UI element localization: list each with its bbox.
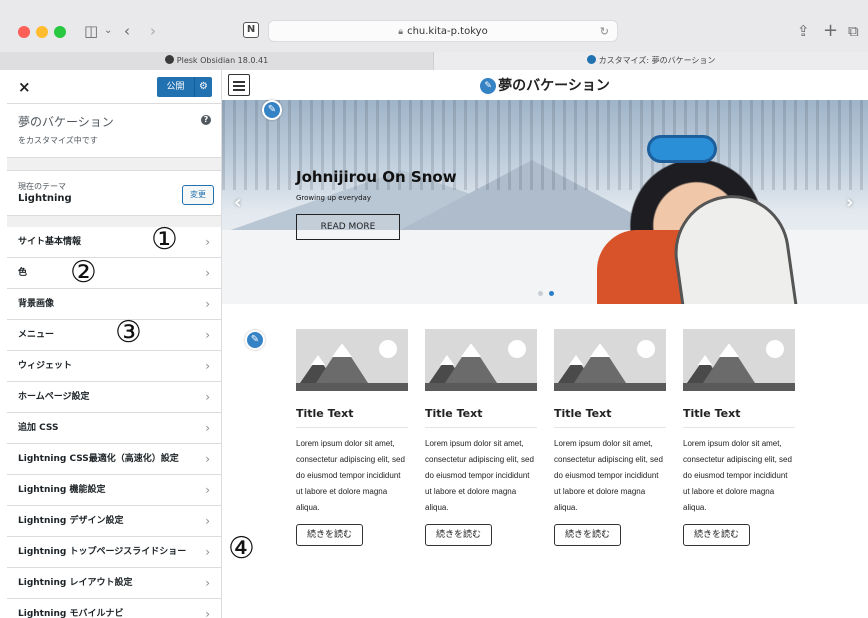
minimize-window-button[interactable]	[36, 26, 48, 38]
hero-title: Johnijirou On Snow	[296, 168, 457, 186]
site-name: 夢のバケーション	[18, 115, 114, 129]
tab-customizer[interactable]: カスタマイズ: 夢のバケーション	[434, 52, 868, 70]
chevron-right-icon: ›	[205, 483, 210, 497]
annotation-number-4: ④	[228, 531, 255, 566]
annotation-number-3: ③	[115, 315, 142, 350]
change-theme-button[interactable]: 変更	[182, 185, 214, 205]
chevron-right-icon: ›	[205, 235, 210, 249]
card-title[interactable]: Title Text	[554, 407, 666, 428]
slider-dot[interactable]	[538, 291, 543, 296]
tab-overview-icon[interactable]: ⧉	[848, 20, 859, 42]
chevron-right-icon: ›	[205, 452, 210, 466]
slider-dot-active[interactable]	[549, 291, 554, 296]
menu-item-mobile-nav[interactable]: Lightning モバイルナビ ›	[7, 599, 221, 618]
menu-item-function-settings[interactable]: Lightning 機能設定 ›	[7, 475, 221, 506]
card-text: Lorem ipsum dolor sit amet, consectetur …	[554, 439, 663, 512]
wordpress-icon	[586, 55, 596, 64]
browser-chrome: ◫ ⌄ ‹ › N 🔒︎ chu.kita-p.tokyo ↻ ⇪ + ⧉ Ple…	[0, 0, 868, 70]
chevron-right-icon: ›	[205, 390, 210, 404]
read-more-card-button[interactable]: 続きを読む	[425, 524, 493, 546]
chevron-right-icon: ›	[205, 607, 210, 618]
read-more-button[interactable]: READ MORE	[296, 214, 400, 240]
back-icon[interactable]: ‹	[124, 20, 130, 42]
publish-button[interactable]: 公開	[157, 77, 194, 97]
chevron-right-icon: ›	[205, 328, 210, 342]
site-title[interactable]: ✎ 夢のバケーション	[222, 75, 868, 95]
site-header: ✎ 夢のバケーション	[222, 70, 868, 100]
card: Title Text Lorem ipsum dolor sit amet, c…	[683, 329, 795, 546]
tab-plesk[interactable]: Plesk Obsidian 18.0.41	[0, 52, 434, 70]
close-window-button[interactable]	[18, 26, 30, 38]
card-list: Title Text Lorem ipsum dolor sit amet, c…	[296, 329, 856, 589]
chevron-right-icon: ›	[205, 266, 210, 280]
lock-icon: 🔒︎	[398, 27, 404, 37]
plesk-icon	[164, 55, 174, 64]
address-bar[interactable]: 🔒︎ chu.kita-p.tokyo ↻	[268, 20, 618, 42]
card-text: Lorem ipsum dolor sit amet, consectetur …	[425, 439, 534, 512]
menu-item-top-slideshow[interactable]: Lightning トップページスライドショー ›	[7, 537, 221, 568]
edit-pencil-icon[interactable]: ✎	[480, 78, 497, 94]
slider-next-icon[interactable]: ›	[846, 192, 853, 213]
customizer-menu: サイト基本情報 › 色 › 背景画像 › メニュー › ウィジェット › ホームページ設定…	[7, 227, 221, 618]
menu-item-homepage-settings[interactable]: ホームページ設定 ›	[7, 382, 221, 413]
url-text: chu.kita-p.tokyo	[407, 26, 488, 37]
placeholder-image	[683, 329, 795, 391]
notion-icon[interactable]: N	[243, 22, 259, 38]
slider-prev-icon[interactable]: ‹	[234, 192, 241, 213]
theme-panel: 現在のテーマ Lightning 変更	[7, 170, 221, 216]
read-more-card-button[interactable]: 続きを読む	[683, 524, 751, 546]
forward-icon[interactable]: ›	[150, 20, 156, 42]
menu-item-widgets[interactable]: ウィジェット ›	[7, 351, 221, 382]
card-title[interactable]: Title Text	[683, 407, 795, 428]
chevron-right-icon: ›	[205, 421, 210, 435]
read-more-card-button[interactable]: 続きを読む	[554, 524, 622, 546]
card-text: Lorem ipsum dolor sit amet, consectetur …	[296, 439, 405, 512]
card: Title Text Lorem ipsum dolor sit amet, c…	[296, 329, 408, 546]
card: Title Text Lorem ipsum dolor sit amet, c…	[554, 329, 666, 546]
card: Title Text Lorem ipsum dolor sit amet, c…	[425, 329, 537, 546]
new-tab-icon[interactable]: +	[823, 20, 838, 42]
placeholder-image	[554, 329, 666, 391]
chevron-right-icon: ›	[205, 297, 210, 311]
customizer-header: × 公開 ⚙	[7, 70, 221, 104]
help-icon[interactable]: ?	[201, 115, 211, 125]
menu-item-layout-settings[interactable]: Lightning レイアウト設定 ›	[7, 568, 221, 599]
chevron-right-icon: ›	[205, 514, 210, 528]
zoom-window-button[interactable]	[54, 26, 66, 38]
menu-item-colors[interactable]: 色 ›	[7, 258, 221, 289]
chevron-right-icon: ›	[205, 576, 210, 590]
close-icon[interactable]: ×	[18, 78, 31, 96]
menu-item-site-identity[interactable]: サイト基本情報 ›	[7, 227, 221, 258]
card-title[interactable]: Title Text	[425, 407, 537, 428]
chevron-right-icon: ›	[205, 359, 210, 373]
placeholder-image	[425, 329, 537, 391]
theme-name: Lightning	[18, 193, 72, 204]
share-icon[interactable]: ⇪	[797, 20, 810, 42]
menu-item-css-optimize[interactable]: Lightning CSS最適化（高速化）設定 ›	[7, 444, 221, 475]
menu-item-design-settings[interactable]: Lightning デザイン設定 ›	[7, 506, 221, 537]
card-title[interactable]: Title Text	[296, 407, 408, 428]
hero-slider[interactable]: Johnijirou On Snow Growing up everyday R…	[222, 100, 868, 304]
theme-label: 現在のテーマ	[18, 182, 66, 191]
annotation-number-2: ②	[70, 255, 97, 290]
edit-pencil-icon[interactable]: ✎	[245, 330, 265, 350]
title-bar: ◫ ⌄ ‹ › N 🔒︎ chu.kita-p.tokyo ↻ ⇪ + ⧉	[0, 0, 868, 52]
annotation-number-1: ①	[151, 222, 178, 257]
placeholder-image	[296, 329, 408, 391]
chevron-down-icon[interactable]: ⌄	[104, 20, 112, 42]
reload-icon[interactable]: ↻	[600, 21, 609, 42]
hero-subtitle: Growing up everyday	[296, 194, 371, 202]
card-text: Lorem ipsum dolor sit amet, consectetur …	[683, 439, 792, 512]
menu-item-additional-css[interactable]: 追加 CSS ›	[7, 413, 221, 444]
chevron-right-icon: ›	[205, 545, 210, 559]
tab-strip: Plesk Obsidian 18.0.41 カスタマイズ: 夢のバケーション	[0, 52, 868, 70]
edit-pencil-icon[interactable]: ✎	[262, 100, 282, 120]
customizer-info: 夢のバケーション をカスタマイズ中です ?	[7, 104, 221, 158]
site-preview: ✎ 夢のバケーション Johnijirou On Snow Growing up …	[222, 70, 868, 618]
read-more-card-button[interactable]: 続きを読む	[296, 524, 364, 546]
customizing-subtitle: をカスタマイズ中です	[18, 136, 98, 145]
gear-icon[interactable]: ⚙	[194, 77, 212, 97]
sidebar-toggle-icon[interactable]: ◫	[84, 20, 98, 42]
